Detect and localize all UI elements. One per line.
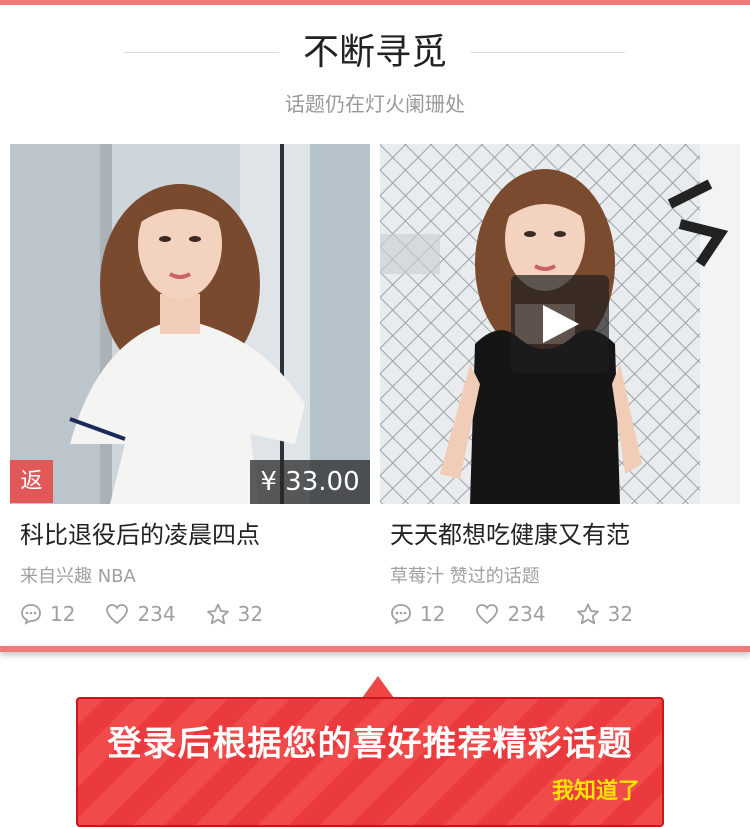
favorite-stat[interactable]: 32 xyxy=(206,602,263,626)
tooltip-message: 登录后根据您的喜好推荐精彩话题 xyxy=(107,724,633,764)
star-icon xyxy=(206,603,229,625)
video-play-button[interactable] xyxy=(511,275,609,373)
topic-source: 草莓汁 赞过的话题 xyxy=(390,566,540,587)
favorite-count: 32 xyxy=(607,602,634,626)
recommendation-tooltip: 登录后根据您的喜好推荐精彩话题 我知道了 xyxy=(76,697,664,827)
topic-card[interactable]: 天天都想吃健康又有范 草莓汁 赞过的话题 12 234 32 xyxy=(380,144,740,644)
like-stat[interactable]: 234 xyxy=(475,602,546,626)
topic-photo[interactable] xyxy=(380,144,740,504)
play-icon xyxy=(543,305,579,343)
comment-count: 12 xyxy=(50,602,76,626)
top-accent-strip xyxy=(0,0,750,5)
topic-title[interactable]: 天天都想吃健康又有范 xyxy=(390,518,630,552)
section-divider xyxy=(0,646,750,652)
like-stat[interactable]: 234 xyxy=(105,602,176,626)
got-it-button[interactable]: 我知道了 xyxy=(552,777,640,807)
comment-stat[interactable]: 12 xyxy=(390,602,445,626)
like-count: 234 xyxy=(137,602,176,626)
topic-photo[interactable] xyxy=(10,144,370,504)
section-title: 不断寻觅 xyxy=(302,32,447,73)
heart-icon xyxy=(476,604,499,625)
topic-stats: 12 234 32 xyxy=(390,600,663,628)
heart-icon xyxy=(106,604,129,625)
comment-icon xyxy=(21,604,41,625)
price-tag: ¥ 33.00 xyxy=(250,460,370,504)
section-header: 不断寻觅 话题仍在灯火阑珊处 xyxy=(0,28,750,118)
topic-stats: 12 234 32 xyxy=(20,600,293,628)
tooltip-arrow xyxy=(362,676,394,698)
topic-title[interactable]: 科比退役后的凌晨四点 xyxy=(20,518,260,552)
like-count: 234 xyxy=(507,602,546,626)
topic-card[interactable]: 返 ¥ 33.00 科比退役后的凌晨四点 来自兴趣 NBA 12 234 32 xyxy=(10,144,370,644)
star-icon xyxy=(576,603,599,625)
comment-icon xyxy=(391,604,411,625)
topic-source: 来自兴趣 NBA xyxy=(20,566,136,587)
favorite-stat[interactable]: 32 xyxy=(576,602,633,626)
section-subtitle: 话题仍在灯火阑珊处 xyxy=(285,92,465,116)
rebate-badge: 返 xyxy=(10,460,53,503)
favorite-count: 32 xyxy=(237,602,264,626)
comment-stat[interactable]: 12 xyxy=(20,602,75,626)
comment-count: 12 xyxy=(420,602,446,626)
